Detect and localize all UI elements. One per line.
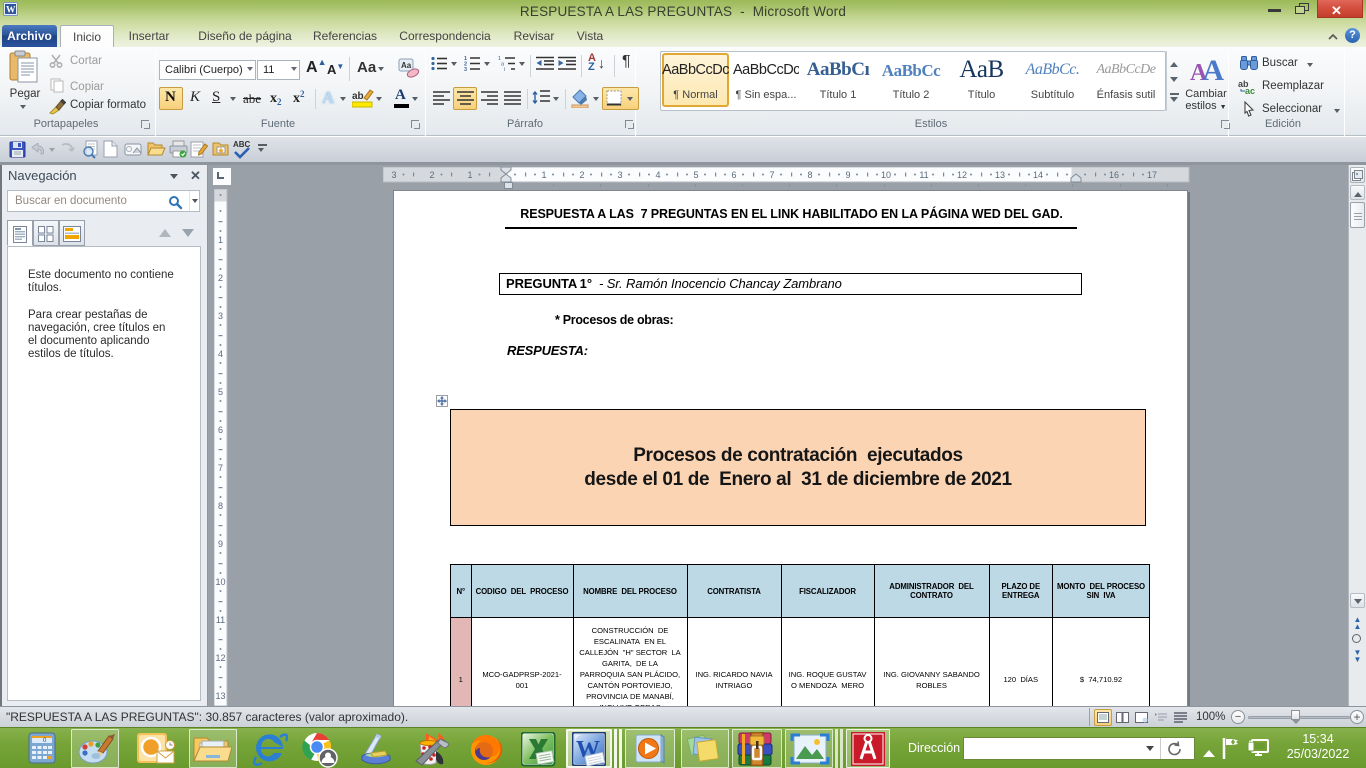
svg-text:W: W [6,6,16,16]
svg-text:17: 17 [1147,170,1157,180]
svg-text:5: 5 [693,170,698,180]
svg-text:9: 9 [218,539,223,549]
svg-text:2: 2 [579,170,584,180]
svg-text:3: 3 [617,170,622,180]
svg-text:11: 11 [919,170,928,180]
svg-text:7: 7 [218,463,223,473]
svg-text:8: 8 [218,501,223,511]
svg-text:13: 13 [995,170,1005,180]
svg-text:12: 12 [957,170,967,180]
svg-text:6: 6 [731,170,736,180]
svg-text:9: 9 [845,170,850,180]
svg-text:i: i [504,67,505,71]
svg-text:10: 10 [881,170,891,180]
svg-text:8: 8 [807,170,812,180]
svg-text:4: 4 [655,170,660,180]
svg-text:3: 3 [218,311,223,321]
svg-text:ab: ab [352,91,364,102]
svg-text:11: 11 [216,615,225,625]
svg-text:2: 2 [429,170,434,180]
svg-text:3: 3 [391,170,396,180]
svg-text:1: 1 [541,170,546,180]
svg-text:16: 16 [1109,170,1119,180]
svg-text:14: 14 [1033,170,1043,180]
svg-text:10: 10 [215,577,225,587]
svg-text:1: 1 [467,170,472,180]
svg-text:12: 12 [215,653,225,663]
svg-text:1: 1 [218,235,223,245]
svg-text:5: 5 [218,387,223,397]
svg-text:4: 4 [218,349,223,359]
svg-text:Aa: Aa [401,61,412,70]
svg-text:ac: ac [1245,86,1255,94]
svg-text:7: 7 [769,170,774,180]
svg-text:3: 3 [464,67,467,71]
svg-text:13: 13 [215,691,225,701]
svg-text:6: 6 [218,425,223,435]
svg-text:2: 2 [218,273,223,283]
